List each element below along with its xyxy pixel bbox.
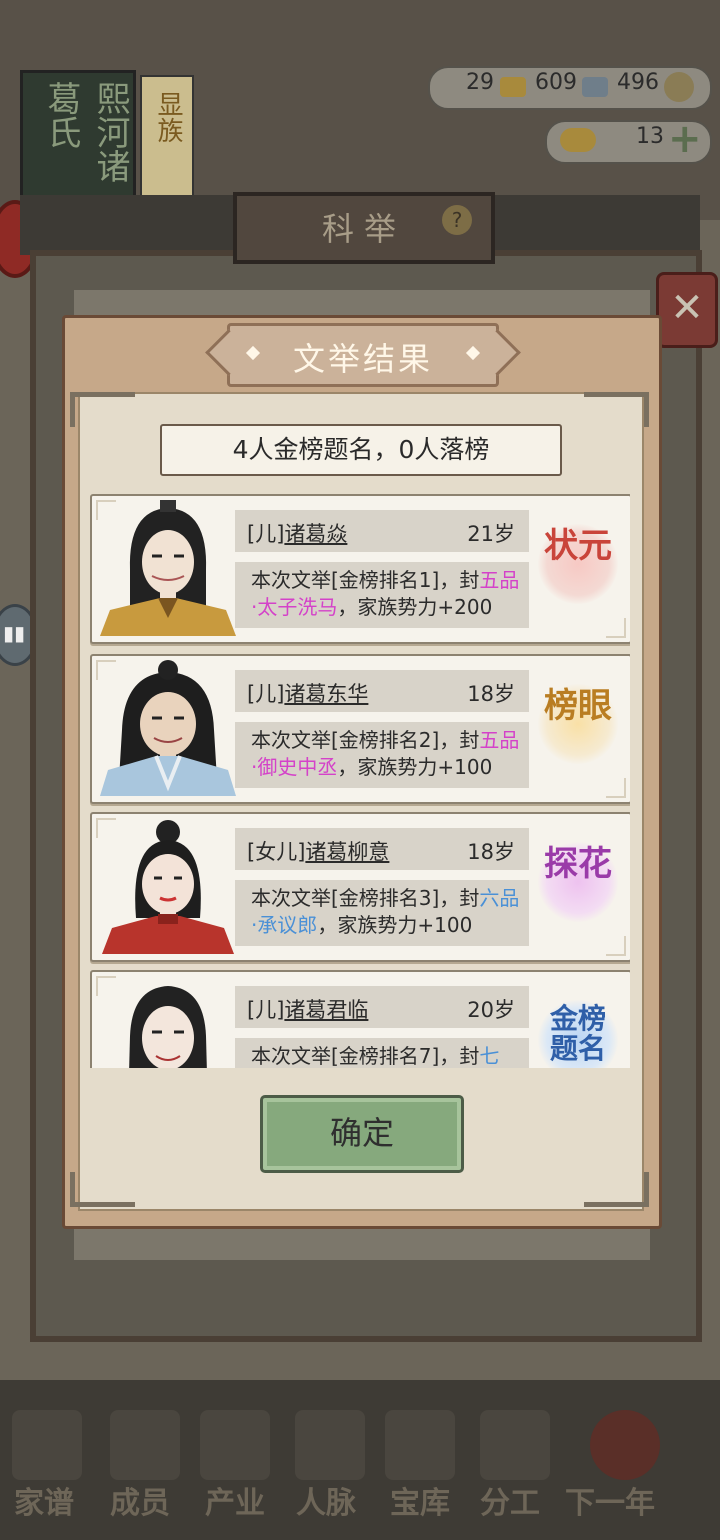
desc-suffix: ，家族势力+100 xyxy=(317,913,473,937)
stamp-text: 金榜题名 xyxy=(549,1002,606,1065)
member-name[interactable]: 诸葛东华 xyxy=(284,682,368,706)
stamp-text: 榜眼 xyxy=(544,686,612,726)
nav-treasury[interactable]: 宝库 xyxy=(390,1478,450,1522)
frame-corner-tl xyxy=(70,392,135,427)
dialog-title: 文举结果 xyxy=(292,340,433,378)
nav-genealogy[interactable]: 家谱 xyxy=(14,1478,74,1522)
family-sign-text: 熙河诸葛氏 xyxy=(41,81,130,183)
member-name[interactable]: 诸葛君临 xyxy=(284,998,368,1022)
frame-corner-tr xyxy=(584,392,649,427)
family-tag: 显族 xyxy=(140,75,194,204)
dialog-title-plate: 文举结果 xyxy=(227,323,499,387)
ingot-icon xyxy=(560,128,596,152)
member-name[interactable]: 诸葛焱 xyxy=(284,522,347,546)
silver-icon xyxy=(582,77,608,97)
avatar xyxy=(100,500,236,636)
close-button[interactable]: ✕ xyxy=(656,272,718,348)
stamp-text: 探花 xyxy=(544,844,612,884)
avatar xyxy=(100,818,236,954)
frame-corner-br xyxy=(584,1172,649,1207)
gold-bar-icon xyxy=(500,77,526,97)
rank-stamp: 榜眼 xyxy=(538,684,618,764)
desc-suffix: ，家族势力+100 xyxy=(337,755,493,779)
desc-suffix: ，家族势力+200 xyxy=(337,595,493,619)
add-icon[interactable]: + xyxy=(668,116,702,162)
avatar xyxy=(100,976,236,1068)
family-sign: 熙河诸葛氏 xyxy=(20,70,136,206)
confirm-button[interactable]: 确定 xyxy=(260,1095,464,1173)
result-summary: 4人金榜题名，0人落榜 xyxy=(160,424,562,476)
nav-network-icon xyxy=(295,1410,365,1480)
relation: [儿] xyxy=(247,682,285,706)
rank-stamp: 探花 xyxy=(538,842,618,922)
resource-c-value: 496 xyxy=(617,70,659,95)
nav-division[interactable]: 分工 xyxy=(480,1478,540,1522)
nav-members[interactable]: 成员 xyxy=(110,1478,170,1522)
result-description: 本次文举[金榜排名1]，封五品·太子洗马，家族势力+200 xyxy=(235,562,529,628)
desc-prefix: 本次文举[金榜排名1]，封 xyxy=(251,568,480,592)
nav-treasury-icon xyxy=(385,1410,455,1480)
result-description: 本次文举[金榜排名3]，封六品·承议郎，家族势力+100 xyxy=(235,880,529,946)
relation: [女儿] xyxy=(247,840,306,864)
member-age: 18岁 xyxy=(467,682,515,706)
nav-division-icon xyxy=(480,1410,550,1480)
nav-next-year[interactable]: 下一年 xyxy=(565,1478,655,1522)
official-rank: 七 xyxy=(479,1044,500,1068)
family-tag-text: 显族 xyxy=(153,91,183,143)
member-age: 20岁 xyxy=(467,998,515,1022)
member-name[interactable]: 诸葛柳意 xyxy=(305,840,389,864)
relation: [儿] xyxy=(247,522,285,546)
name-row: [儿]诸葛君临 20岁 xyxy=(235,986,529,1028)
card-corner xyxy=(606,618,626,638)
relation: [儿] xyxy=(247,998,285,1022)
name-row: [女儿]诸葛柳意 18岁 xyxy=(235,828,529,870)
coin-icon xyxy=(664,72,694,102)
result-card: [女儿]诸葛柳意 18岁 本次文举[金榜排名3]，封六品·承议郎，家族势力+10… xyxy=(90,812,630,962)
nav-industry-icon xyxy=(200,1410,270,1480)
resource-b-value: 609 xyxy=(535,70,577,95)
result-description: 本次文举[金榜排名7]，封七 xyxy=(235,1038,529,1068)
card-corner xyxy=(606,778,626,798)
resource-a-value: 29 xyxy=(466,70,494,95)
nav-members-icon xyxy=(110,1410,180,1480)
nav-industry[interactable]: 产业 xyxy=(205,1478,265,1522)
resource-d-value: 13 xyxy=(636,124,664,149)
name-row: [儿]诸葛东华 18岁 xyxy=(235,670,529,712)
nav-genealogy-icon xyxy=(12,1410,82,1480)
avatar xyxy=(100,660,236,796)
stamp-text: 状元 xyxy=(544,526,612,566)
name-row: [儿]诸葛焱 21岁 xyxy=(235,510,529,552)
result-card: [儿]诸葛焱 21岁 本次文举[金榜排名1]，封五品·太子洗马，家族势力+200… xyxy=(90,494,630,644)
member-age: 18岁 xyxy=(467,840,515,864)
desc-prefix: 本次文举[金榜排名2]，封 xyxy=(251,728,480,752)
result-list[interactable]: [儿]诸葛焱 21岁 本次文举[金榜排名1]，封五品·太子洗马，家族势力+200… xyxy=(90,492,630,1068)
result-description: 本次文举[金榜排名2]，封五品·御史中丞，家族势力+100 xyxy=(235,722,529,788)
nav-next-year-icon xyxy=(590,1410,660,1480)
frame-corner-bl xyxy=(70,1172,135,1207)
result-card: [儿]诸葛君临 20岁 本次文举[金榜排名7]，封七 金榜题名 xyxy=(90,970,630,1068)
desc-prefix: 本次文举[金榜排名3]，封 xyxy=(251,886,480,910)
chat-icon: ▮▮ xyxy=(3,621,26,645)
result-card: [儿]诸葛东华 18岁 本次文举[金榜排名2]，封五品·御史中丞，家族势力+10… xyxy=(90,654,630,804)
member-age: 21岁 xyxy=(467,522,515,546)
rank-stamp: 状元 xyxy=(538,524,618,604)
nav-network[interactable]: 人脉 xyxy=(296,1478,356,1522)
desc-prefix: 本次文举[金榜排名7]，封 xyxy=(251,1044,480,1068)
card-corner xyxy=(606,936,626,956)
help-icon[interactable]: ? xyxy=(442,205,472,235)
rank-stamp: 金榜题名 xyxy=(538,1000,618,1068)
